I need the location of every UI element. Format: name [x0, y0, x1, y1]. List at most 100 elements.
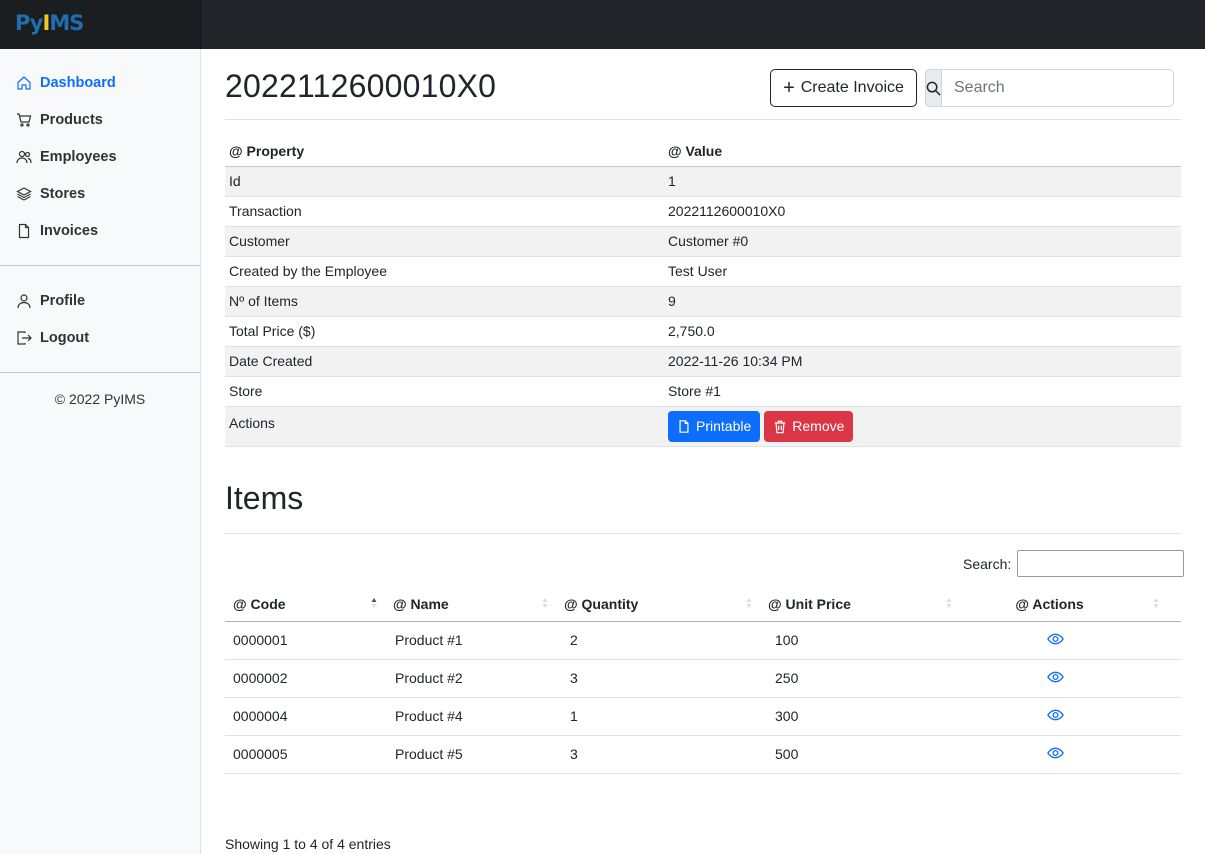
eye-icon[interactable]	[1047, 633, 1064, 645]
table-row: Store Store #1	[225, 376, 1181, 407]
layers-icon	[16, 187, 32, 201]
person-icon	[17, 294, 31, 309]
sort-icon	[1153, 598, 1159, 608]
column-header-actions[interactable]: @ Actions	[960, 587, 1181, 622]
items-search: Search:	[963, 550, 1185, 577]
search-input[interactable]	[942, 69, 1174, 107]
sidebar-item-logout[interactable]: Logout	[16, 327, 89, 349]
copyright-text: © 2022 PyIMS	[54, 391, 146, 407]
item-quantity: 3	[556, 735, 760, 774]
trash-icon	[775, 420, 786, 433]
brand-logo[interactable]: PyIMS	[15, 11, 84, 35]
item-quantity: 2	[556, 621, 760, 660]
home-icon	[17, 76, 31, 90]
value-cell: 2022-11-26 10:34 PM	[664, 346, 1181, 377]
sidebar-item-stores[interactable]: Stores	[16, 183, 85, 205]
item-name: Product #4	[385, 697, 556, 736]
table-row: Date Created 2022-11-26 10:34 PM	[225, 346, 1181, 377]
search-group	[925, 69, 1174, 107]
file-icon	[679, 419, 689, 433]
sidebar-divider	[0, 372, 200, 373]
column-header-unit-price[interactable]: @ Unit Price	[760, 587, 960, 622]
column-header-property: @ Property	[225, 136, 664, 167]
sidebar-item-label: Invoices	[40, 223, 99, 239]
sidebar-item-label: Dashboard	[40, 75, 116, 91]
people-icon	[16, 150, 32, 164]
brand-part-3: MS	[49, 11, 84, 35]
eye-icon[interactable]	[1047, 747, 1064, 759]
items-search-input[interactable]	[1017, 550, 1185, 577]
eye-icon[interactable]	[1047, 709, 1064, 721]
item-unit-price: 300	[760, 697, 960, 736]
create-invoice-label: Create Invoice	[800, 79, 904, 96]
sidebar-item-label: Logout	[40, 330, 90, 346]
create-invoice-button[interactable]: + Create Invoice	[770, 69, 917, 107]
table-row: Created by the Employee Test User	[225, 256, 1181, 287]
sidebar-item-employees[interactable]: Employees	[16, 146, 117, 168]
remove-button[interactable]: Remove	[764, 410, 854, 442]
items-search-label: Search:	[963, 555, 1012, 572]
property-cell: Customer	[225, 226, 664, 257]
sort-icon	[746, 598, 752, 608]
item-quantity: 1	[556, 697, 760, 736]
column-header-label: @ Unit Price	[768, 595, 851, 612]
table-row: 0000005 Product #5 3 500	[225, 735, 1181, 774]
value-cell: Store #1	[664, 376, 1181, 407]
item-unit-price: 500	[760, 735, 960, 774]
cart-icon	[17, 113, 32, 127]
item-code: 0000004	[225, 697, 385, 736]
property-cell: Created by the Employee	[225, 256, 664, 287]
item-actions	[960, 621, 1181, 660]
property-cell: Id	[225, 166, 664, 197]
property-cell: Total Price ($)	[225, 316, 664, 347]
column-header-label: @ Code	[233, 595, 286, 612]
actions-cell: Printable Remove	[664, 406, 1181, 447]
sidebar-item-dashboard[interactable]: Dashboard	[16, 72, 116, 94]
table-row: 0000002 Product #2 3 250	[225, 659, 1181, 698]
printable-button[interactable]: Printable	[668, 410, 761, 442]
item-actions	[960, 735, 1181, 774]
items-section-title: Items	[225, 480, 304, 516]
item-name: Product #5	[385, 735, 556, 774]
sidebar-item-label: Employees	[40, 149, 117, 165]
column-header-code[interactable]: @ Code	[225, 587, 385, 622]
column-header-label: @ Name	[393, 595, 449, 612]
search-icon[interactable]	[925, 69, 942, 107]
item-actions	[960, 697, 1181, 736]
file-icon	[18, 223, 30, 239]
value-cell: 2,750.0	[664, 316, 1181, 347]
printable-label: Printable	[696, 418, 752, 434]
page-title: 202211260001​0X0	[225, 68, 497, 104]
table-row: Id 1	[225, 166, 1181, 197]
item-unit-price: 100	[760, 621, 960, 660]
sidebar-item-products[interactable]: Products	[16, 109, 103, 131]
property-cell: Date Created	[225, 346, 664, 377]
column-header-value: @ Value	[664, 136, 1181, 167]
item-quantity: 3	[556, 659, 760, 698]
brand-part-1: Py	[15, 11, 44, 35]
table-info: Showing 1 to 4 of 4 entries	[225, 836, 391, 852]
items-table: @ Code @ Name @ Quantity @ Unit Price @ …	[225, 587, 1181, 774]
item-code: 0000002	[225, 659, 385, 698]
column-header-quantity[interactable]: @ Quantity	[556, 587, 760, 622]
divider	[225, 533, 1181, 534]
value-cell: 1	[664, 166, 1181, 197]
eye-icon[interactable]	[1047, 671, 1064, 683]
column-header-label: @ Actions	[1015, 595, 1084, 612]
sidebar-item-invoices[interactable]: Invoices	[16, 220, 98, 242]
value-cell: Customer #0	[664, 226, 1181, 257]
remove-label: Remove	[792, 418, 845, 434]
sidebar-item-label: Products	[40, 112, 103, 128]
item-name: Product #1	[385, 621, 556, 660]
sidebar-divider	[0, 265, 200, 266]
table-row-actions: Actions Printable Remove	[225, 406, 1181, 447]
sidebar-item-profile[interactable]: Profile	[16, 290, 85, 312]
table-row: Transaction 2022112600010X0	[225, 196, 1181, 227]
column-header-name[interactable]: @ Name	[385, 587, 556, 622]
table-row: 0000004 Product #4 1 300	[225, 697, 1181, 736]
property-cell: Transaction	[225, 196, 664, 227]
table-header-row: @ Code @ Name @ Quantity @ Unit Price @ …	[225, 587, 1181, 622]
item-code: 0000005	[225, 735, 385, 774]
table-header-row: @ Property @ Value	[225, 136, 1181, 167]
invoice-properties-table: @ Property @ Value Id 1 Transaction 202211…	[225, 136, 1181, 447]
